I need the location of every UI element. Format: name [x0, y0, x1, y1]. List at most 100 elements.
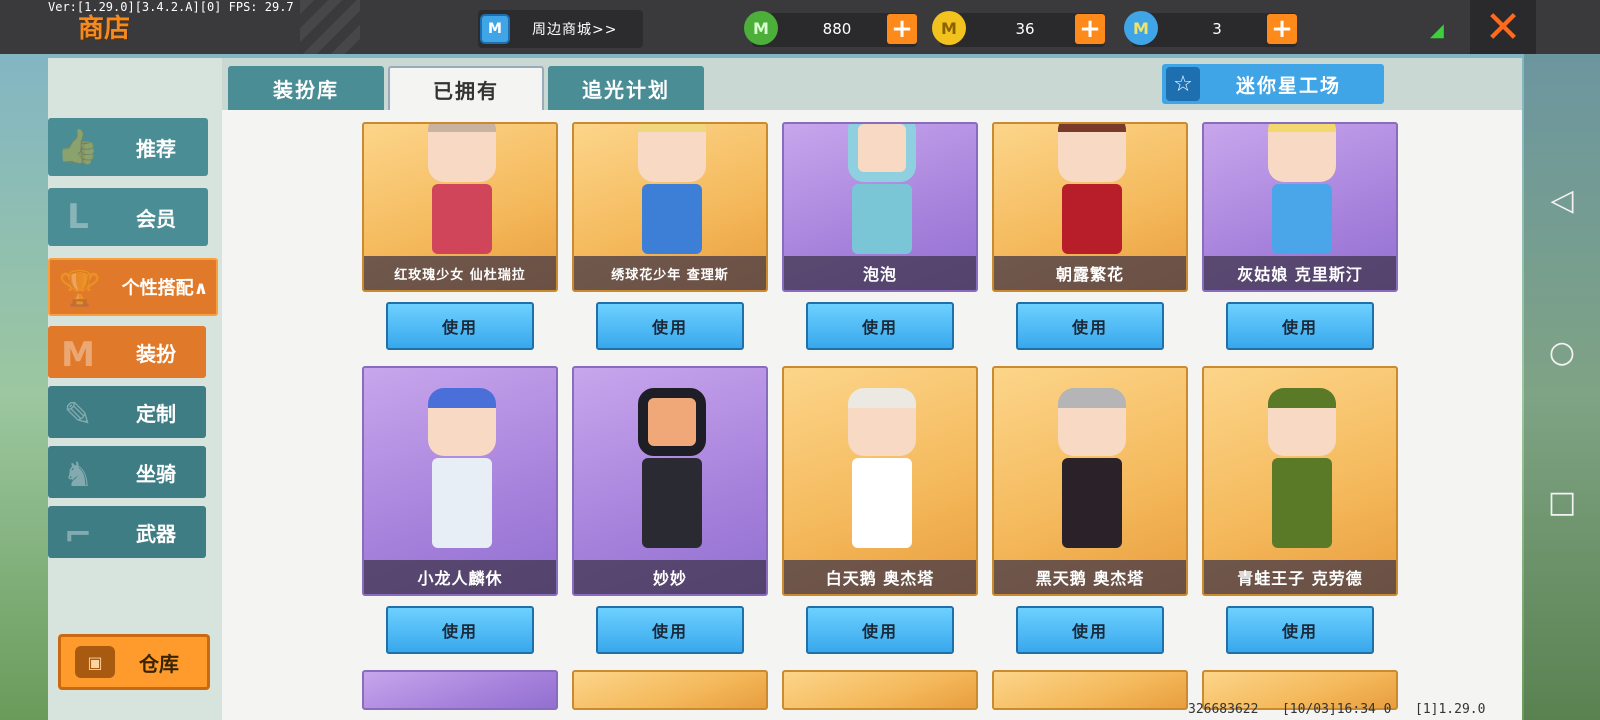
currency-mini-point: M 3 +	[1124, 11, 1297, 47]
character-figure	[624, 124, 720, 264]
use-button[interactable]: 使用	[1016, 606, 1164, 654]
outfit-card-partial[interactable]	[572, 670, 768, 710]
character-head	[428, 388, 496, 456]
outfit-card[interactable]: 青蛙王子 克劳德 使用	[1202, 366, 1398, 654]
home-circle-icon[interactable]: ○	[1546, 335, 1578, 370]
outfit-name: 灰姑娘 克里斯汀	[1204, 256, 1396, 290]
outfit-portrait[interactable]: 青蛙王子 克劳德	[1202, 366, 1398, 596]
character-figure	[834, 124, 930, 264]
star-icon: ☆	[1166, 67, 1200, 101]
pencil-ruler-icon: ✎	[63, 395, 93, 435]
outfit-portrait[interactable]: 朝露繁花	[992, 122, 1188, 292]
outfit-card[interactable]: 黑天鹅 奥杰塔 使用	[992, 366, 1188, 654]
close-button[interactable]: ✕	[1470, 0, 1536, 54]
outfit-portrait[interactable]: 黑天鹅 奥杰塔	[992, 366, 1188, 596]
character-head	[638, 388, 706, 456]
outfit-portrait[interactable]: 白天鹅 奥杰塔	[782, 366, 978, 596]
outfit-card[interactable]: 朝露繁花 使用	[992, 122, 1188, 350]
character-body	[432, 458, 492, 548]
character-head	[848, 124, 916, 182]
outfit-card[interactable]: 红玫瑰少女 仙杜瑞拉 使用	[362, 122, 558, 350]
sidebar-item-membership[interactable]: L 会员	[48, 188, 208, 246]
warehouse-button[interactable]: ▣ 仓库	[58, 634, 210, 690]
use-button[interactable]: 使用	[1226, 302, 1374, 350]
merch-mall-button[interactable]: M 周边商城>>	[478, 10, 643, 48]
character-figure	[1044, 124, 1140, 264]
tab-owned[interactable]: 已拥有	[388, 66, 544, 110]
use-button[interactable]: 使用	[596, 302, 744, 350]
recents-square-icon[interactable]: □	[1546, 485, 1578, 520]
outfit-card-partial[interactable]	[362, 670, 558, 710]
sidebar-item-custom[interactable]: ✎ 定制	[48, 386, 206, 438]
add-mini-coin-button[interactable]: +	[1075, 14, 1105, 44]
character-head	[1268, 124, 1336, 182]
use-button[interactable]: 使用	[806, 606, 954, 654]
mini-point-icon: M	[1124, 11, 1158, 45]
outfit-name: 绣球花少年 查理斯	[574, 256, 766, 290]
trophy-icon: 🏆	[58, 269, 102, 309]
use-button[interactable]: 使用	[1016, 302, 1164, 350]
outfit-portrait[interactable]: 绣球花少年 查理斯	[572, 122, 768, 292]
outfit-portrait[interactable]: 妙妙	[572, 366, 768, 596]
character-figure	[1044, 388, 1140, 568]
use-button[interactable]: 使用	[806, 302, 954, 350]
signal-icon: ◢	[1430, 20, 1444, 41]
tab-bar: 装扮库 已拥有 追光计划 ☆ 迷你星工场	[222, 58, 1522, 110]
outfit-card[interactable]: 泡泡 使用	[782, 122, 978, 350]
outfit-portrait[interactable]: 灰姑娘 克里斯汀	[1202, 122, 1398, 292]
sidebar-item-personal-style[interactable]: 🏆 个性搭配∧	[48, 258, 218, 316]
outfit-name: 黑天鹅 奥杰塔	[994, 560, 1186, 594]
shirt-icon: M	[61, 335, 95, 375]
outfit-portrait[interactable]: 小龙人麟休	[362, 366, 558, 596]
sidebar-item-weapon[interactable]: ⌐ 武器	[48, 506, 206, 558]
outfit-portrait[interactable]	[782, 670, 978, 710]
outfit-card-partial[interactable]	[992, 670, 1188, 710]
client-version: [1]1.29.0	[1415, 702, 1486, 717]
use-button[interactable]: 使用	[596, 606, 744, 654]
sidebar-item-mount[interactable]: ♞ 坐骑	[48, 446, 206, 498]
sidebar-item-label: 装扮	[136, 341, 176, 366]
tab-chase-light-plan[interactable]: 追光计划	[548, 66, 704, 110]
outfit-card[interactable]: 白天鹅 奥杰塔 使用	[782, 366, 978, 654]
character-figure	[1254, 388, 1350, 568]
add-mini-bean-button[interactable]: +	[887, 14, 917, 44]
outfit-card[interactable]: 小龙人麟休 使用	[362, 366, 558, 654]
sidebar-item-label: 会员	[136, 206, 176, 231]
outfit-portrait[interactable]	[992, 670, 1188, 710]
outfit-name: 红玫瑰少女 仙杜瑞拉	[364, 256, 556, 290]
character-body	[432, 184, 492, 254]
use-button[interactable]: 使用	[386, 606, 534, 654]
character-figure	[414, 388, 510, 568]
tab-outfit-library[interactable]: 装扮库	[228, 66, 384, 110]
character-head	[1268, 388, 1336, 456]
owned-outfit-grid: 红玫瑰少女 仙杜瑞拉 使用 绣球花少年 查理斯 使用 泡泡 使用 朝露繁花 使用…	[222, 110, 1522, 720]
character-body	[642, 458, 702, 548]
footer-info: 326683622 [10/03]16:34 0 [1]1.29.0	[1188, 702, 1485, 717]
page-title: 商店	[78, 14, 131, 44]
currency-mini-coin: M 36 +	[932, 11, 1105, 47]
mini-star-studio-button[interactable]: ☆ 迷你星工场	[1162, 64, 1384, 104]
l-badge-icon: L	[67, 197, 89, 237]
merch-mall-label: 周边商城>>	[532, 22, 618, 38]
outfit-card-partial[interactable]	[782, 670, 978, 710]
sidebar-item-recommend[interactable]: 👍 推荐	[48, 118, 208, 176]
outfit-card[interactable]: 绣球花少年 查理斯 使用	[572, 122, 768, 350]
outfit-card[interactable]: 妙妙 使用	[572, 366, 768, 654]
character-body	[852, 184, 912, 254]
sidebar-item-label: 定制	[136, 401, 176, 426]
mini-coin-value: 36	[1015, 20, 1035, 38]
outfit-portrait[interactable]: 泡泡	[782, 122, 978, 292]
add-mini-point-button[interactable]: +	[1267, 14, 1297, 44]
use-button[interactable]: 使用	[386, 302, 534, 350]
sidebar-item-label: 推荐	[136, 136, 176, 161]
character-head	[1058, 124, 1126, 182]
outfit-portrait[interactable]	[572, 670, 768, 710]
use-button[interactable]: 使用	[1226, 606, 1374, 654]
outfit-portrait[interactable]	[362, 670, 558, 710]
back-triangle-icon[interactable]: ◁	[1546, 183, 1578, 218]
top-bar-stripe-decoration	[300, 0, 360, 54]
outfit-portrait[interactable]: 红玫瑰少女 仙杜瑞拉	[362, 122, 558, 292]
outfit-card[interactable]: 灰姑娘 克里斯汀 使用	[1202, 122, 1398, 350]
sidebar-item-outfit[interactable]: M 装扮	[48, 326, 206, 378]
character-head	[848, 388, 916, 456]
